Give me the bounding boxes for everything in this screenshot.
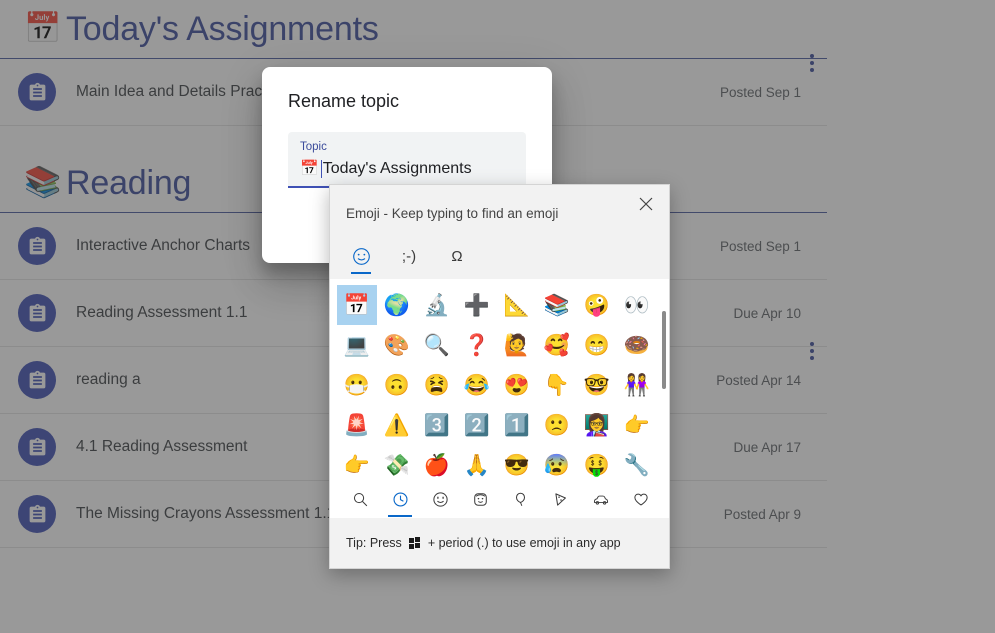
triangular-ruler-emoji[interactable]: 📐	[497, 285, 537, 325]
money-with-wings-emoji[interactable]: 💸	[377, 445, 417, 480]
category-people-icon[interactable]	[460, 483, 500, 517]
topic-input-value: Today's Assignments	[322, 160, 472, 177]
emoji-search-hint: Emoji - Keep typing to find an emoji	[346, 206, 559, 221]
topic-field[interactable]: Topic 📅 Today's Assignments	[288, 132, 526, 188]
smiling-face-with-sunglasses-emoji[interactable]: 😎	[497, 445, 537, 480]
face-with-medical-mask-emoji[interactable]: 😷	[337, 365, 377, 405]
artist-palette-emoji[interactable]: 🎨	[377, 325, 417, 365]
laptop-emoji[interactable]: 💻	[337, 325, 377, 365]
category-recent-icon[interactable]	[380, 483, 420, 517]
close-icon[interactable]	[631, 191, 661, 217]
emoji-tip: Tip: Press + period (.) to use emoji in …	[330, 518, 669, 568]
upside-down-face-emoji[interactable]: 🙃	[377, 365, 417, 405]
slightly-frowning-face-emoji[interactable]: 🙁	[537, 405, 577, 445]
emoji-grid: 📅 🌍 🔬 ➕ 📐 📚 🤪 👀 💻 🎨 🔍 ❓ 🙋 🥰 😁 🍩 😷 🙃 😫 😂 😍 👇 🤓 👭 🚨 ⚠️ 3️⃣ 2️⃣ 1️⃣ 🙁 👩‍🏫…	[330, 279, 669, 480]
beaming-face-emoji[interactable]: 😁	[577, 325, 617, 365]
backhand-index-pointing-right-emoji[interactable]: 👉	[617, 405, 657, 445]
keycap-three-emoji[interactable]: 3️⃣	[417, 405, 457, 445]
doughnut-emoji[interactable]: 🍩	[617, 325, 657, 365]
emoji-grid-container: 📅 🌍 🔬 ➕ 📐 📚 🤪 👀 💻 🎨 🔍 ❓ 🙋 🥰 😁 🍩 😷 🙃 😫 😂 😍 👇 🤓 👭 🚨 ⚠️ 3️⃣ 2️⃣ 1️⃣ 🙁 👩‍🏫…	[330, 279, 669, 480]
emoji-category-bar	[330, 480, 669, 518]
keycap-one-emoji[interactable]: 1️⃣	[497, 405, 537, 445]
person-raising-hand-emoji[interactable]: 🙋	[497, 325, 537, 365]
smiling-face-with-hearts-emoji[interactable]: 🥰	[537, 325, 577, 365]
text-caret	[320, 160, 322, 178]
calendar-emoji[interactable]: 📅	[337, 285, 377, 325]
woman-teacher-emoji[interactable]: 👩‍🏫	[577, 405, 617, 445]
emoji-picker-panel: Emoji - Keep typing to find an emoji ;-)…	[329, 184, 670, 569]
magnifying-glass-emoji[interactable]: 🔍	[417, 325, 457, 365]
question-mark-emoji[interactable]: ❓	[457, 325, 497, 365]
emoji-picker-tabs: ;-) Ω	[330, 237, 669, 274]
police-car-light-emoji[interactable]: 🚨	[337, 405, 377, 445]
anxious-face-with-sweat-emoji[interactable]: 😰	[537, 445, 577, 480]
category-smileys-icon[interactable]	[420, 483, 460, 517]
emoji-grid-scrollbar[interactable]	[661, 283, 667, 476]
globe-europe-africa-emoji[interactable]: 🌍	[377, 285, 417, 325]
tab-symbols[interactable]: Ω	[442, 241, 472, 271]
eyes-emoji[interactable]: 👀	[617, 285, 657, 325]
women-holding-hands-emoji[interactable]: 👭	[617, 365, 657, 405]
red-apple-emoji[interactable]: 🍎	[417, 445, 457, 480]
tab-emoji[interactable]	[346, 241, 376, 274]
dialog-title: Rename topic	[288, 91, 400, 111]
nerd-face-emoji[interactable]: 🤓	[577, 365, 617, 405]
category-travel-icon[interactable]	[581, 483, 621, 517]
tired-face-emoji[interactable]: 😫	[417, 365, 457, 405]
backhand-index-pointing-right-emoji[interactable]: 👉	[337, 445, 377, 480]
category-search-icon[interactable]	[340, 483, 380, 517]
calendar-emoji: 📅	[300, 160, 319, 177]
category-symbols-icon[interactable]	[621, 483, 661, 517]
smiling-face-with-heart-eyes-emoji[interactable]: 😍	[497, 365, 537, 405]
emoji-tip-prefix: Tip: Press	[346, 536, 402, 550]
emoji-picker-header: Emoji - Keep typing to find an emoji	[330, 185, 669, 237]
category-celebration-icon[interactable]	[501, 483, 541, 517]
books-emoji[interactable]: 📚	[537, 285, 577, 325]
emoji-tip-suffix: + period (.) to use emoji in any app	[427, 536, 621, 550]
windows-key-icon	[408, 537, 421, 549]
face-with-tears-of-joy-emoji[interactable]: 😂	[457, 365, 497, 405]
zany-face-emoji[interactable]: 🤪	[577, 285, 617, 325]
plus-sign-emoji[interactable]: ➕	[457, 285, 497, 325]
folded-hands-emoji[interactable]: 🙏	[457, 445, 497, 480]
tab-kaomoji[interactable]: ;-)	[394, 241, 424, 271]
backhand-index-pointing-down-emoji[interactable]: 👇	[537, 365, 577, 405]
warning-emoji[interactable]: ⚠️	[377, 405, 417, 445]
money-mouth-face-emoji[interactable]: 🤑	[577, 445, 617, 480]
category-food-icon[interactable]	[541, 483, 581, 517]
keycap-two-emoji[interactable]: 2️⃣	[457, 405, 497, 445]
topic-field-label: Topic	[300, 141, 327, 153]
topic-input[interactable]: 📅 Today's Assignments	[300, 157, 514, 181]
wrench-emoji[interactable]: 🔧	[617, 445, 657, 480]
screen: 📅Today's AssignmentsMain Idea and Detail…	[0, 0, 995, 633]
microscope-emoji[interactable]: 🔬	[417, 285, 457, 325]
